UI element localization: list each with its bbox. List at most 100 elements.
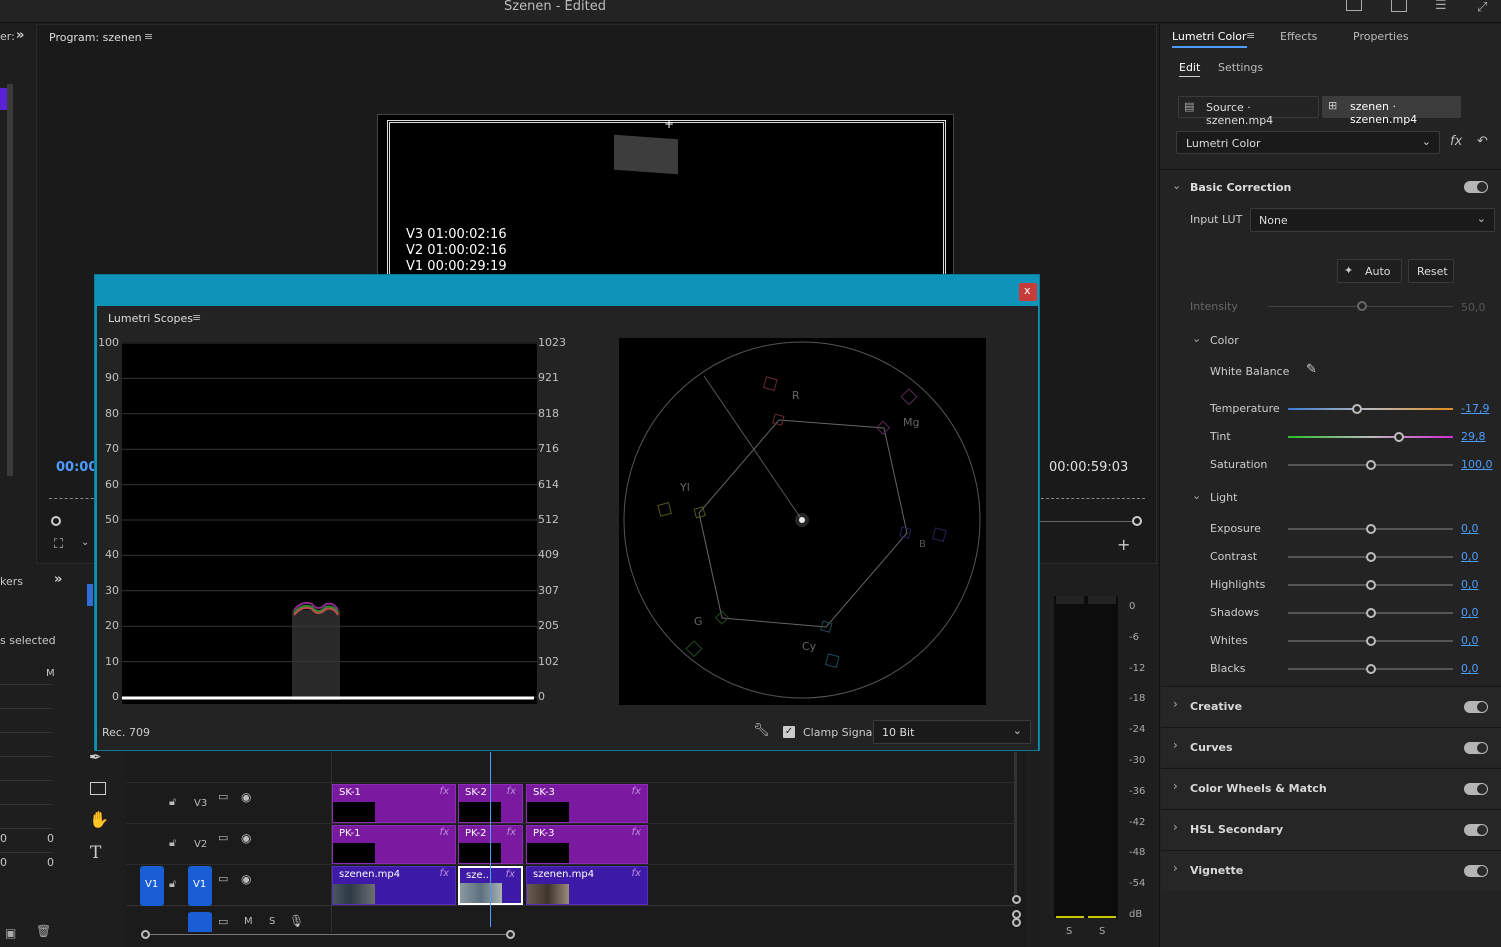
close-button[interactable]: x: [1019, 283, 1037, 301]
zoom-end-handle[interactable]: [1132, 516, 1142, 526]
scroll-handle[interactable]: [1012, 895, 1021, 904]
input-lut-dropdown[interactable]: None ⌄: [1250, 208, 1495, 232]
tab-effects[interactable]: Effects: [1280, 30, 1317, 43]
slider-value[interactable]: -17,9: [1461, 402, 1489, 415]
playhead[interactable]: [490, 752, 491, 927]
slider-value[interactable]: 0,0: [1461, 522, 1479, 535]
scroll-handle[interactable]: [1012, 918, 1021, 927]
slider-value[interactable]: 100,0: [1461, 458, 1493, 471]
sync-lock-icon[interactable]: ▭: [218, 790, 228, 803]
sync-lock-icon[interactable]: ▭: [218, 915, 228, 928]
sequence-clip-chip[interactable]: ⊞ szenen · szenen.mp4: [1322, 96, 1461, 126]
clip-sk1[interactable]: SK-1 fx: [332, 784, 456, 823]
bit-depth-dropdown[interactable]: 10 Bit ⌄: [873, 720, 1031, 744]
clamp-signal-checkbox[interactable]: ✓: [783, 726, 795, 738]
effect-dropdown[interactable]: Lumetri Color ⌄: [1176, 131, 1440, 154]
slider-knob[interactable]: [1352, 404, 1363, 414]
solo-left-button[interactable]: S: [1066, 926, 1072, 937]
expand-panels-icon[interactable]: »: [16, 28, 24, 43]
tab-lumetri-color[interactable]: Lumetri Color: [1172, 30, 1247, 48]
slider-knob[interactable]: [1365, 636, 1376, 646]
section-color-wheels[interactable]: › Color Wheels & Match: [1161, 768, 1501, 808]
section-toggle[interactable]: [1464, 824, 1488, 836]
clip-pk3[interactable]: PK-3 fx: [526, 825, 648, 864]
eyedropper-icon[interactable]: ✎: [1306, 362, 1317, 377]
slider-value[interactable]: 0,0: [1461, 662, 1479, 675]
source-clip-chip[interactable]: ▤ Source · szenen.mp4: [1178, 96, 1319, 127]
eye-icon[interactable]: ◉: [241, 831, 251, 845]
clip-sk3[interactable]: SK-3 fx: [526, 784, 648, 823]
export-icon[interactable]: [1391, 0, 1407, 12]
slider-knob[interactable]: [1365, 552, 1376, 562]
menu-icon[interactable]: ☰: [1435, 0, 1447, 12]
project-scrollbar[interactable]: [7, 84, 13, 476]
section-basic-correction[interactable]: Basic Correction: [1190, 181, 1291, 194]
tab-properties[interactable]: Properties: [1353, 30, 1409, 43]
light-subsection[interactable]: Light: [1210, 491, 1237, 504]
program-menu-icon[interactable]: ≡: [144, 30, 153, 43]
zoom-start-handle[interactable]: [51, 516, 61, 526]
timeline-zoom-bar[interactable]: [148, 934, 508, 935]
mute-button[interactable]: M: [244, 916, 253, 927]
scopes-menu-icon[interactable]: ≡: [192, 311, 201, 324]
subtab-edit[interactable]: Edit: [1179, 61, 1201, 77]
basic-correction-toggle[interactable]: [1464, 181, 1488, 193]
slider-value[interactable]: 0,0: [1461, 606, 1479, 619]
tab-menu-icon[interactable]: ≡: [1246, 29, 1255, 42]
trash-icon[interactable]: 🗑: [36, 924, 51, 938]
rectangle-tool-icon[interactable]: [90, 782, 106, 795]
zoom-bar[interactable]: [1037, 521, 1132, 522]
time-ruler-right[interactable]: [1041, 491, 1145, 499]
select-zoom-icon[interactable]: ⛶: [54, 537, 63, 552]
video-frame[interactable]: + V3 01:00:02:16 V2 01:00:02:16 V1 00:00…: [377, 114, 954, 284]
chevron-down-icon[interactable]: ⌄: [1192, 332, 1201, 345]
reset-button[interactable]: Reset: [1408, 259, 1454, 283]
playhead-timecode[interactable]: 00:00: [56, 460, 97, 475]
markers-tab-label[interactable]: kers: [0, 575, 23, 588]
auto-button[interactable]: ✦ Auto: [1337, 259, 1402, 283]
slider-track[interactable]: [1288, 408, 1453, 410]
add-button[interactable]: +: [1117, 535, 1130, 554]
program-tab[interactable]: Program: szenen: [49, 31, 142, 44]
eye-icon[interactable]: ◉: [241, 872, 251, 886]
section-toggle[interactable]: [1464, 783, 1488, 795]
slider-knob[interactable]: [1365, 608, 1376, 618]
section-toggle[interactable]: [1464, 865, 1488, 877]
chevron-down-icon[interactable]: ⌄: [81, 537, 89, 548]
slider-knob[interactable]: [1365, 580, 1376, 590]
fullscreen-icon[interactable]: ⤢: [1477, 0, 1487, 15]
section-creative[interactable]: › Creative: [1161, 686, 1501, 726]
section-curves[interactable]: › Curves: [1161, 727, 1501, 767]
color-space-label[interactable]: Rec. 709: [102, 726, 150, 739]
slider-value[interactable]: 0,0: [1461, 634, 1479, 647]
subtab-settings[interactable]: Settings: [1218, 61, 1263, 74]
workspace-icon[interactable]: [1346, 0, 1362, 11]
section-vignette[interactable]: › Vignette: [1161, 850, 1501, 890]
zoom-handle-left[interactable]: [141, 930, 150, 939]
lock-icon[interactable]: 🔓︎: [169, 795, 176, 809]
eye-icon[interactable]: ◉: [241, 790, 251, 804]
color-subsection[interactable]: Color: [1210, 334, 1239, 347]
lock-icon[interactable]: 🔓︎: [169, 877, 176, 891]
new-item-icon[interactable]: ▣: [5, 926, 16, 940]
source-patch-v1[interactable]: V1: [140, 866, 164, 906]
slider-value[interactable]: 29,8: [1461, 430, 1486, 443]
sync-lock-icon[interactable]: ▭: [218, 831, 228, 844]
chevron-down-icon[interactable]: ⌄: [1192, 489, 1201, 502]
section-toggle[interactable]: [1464, 701, 1488, 713]
track-target-a1[interactable]: [188, 912, 212, 932]
section-toggle[interactable]: [1464, 742, 1488, 754]
clip-pk1[interactable]: PK-1 fx: [332, 825, 456, 864]
zoom-handle-right[interactable]: [506, 930, 515, 939]
fx-toggle-icon[interactable]: fx: [1450, 134, 1462, 149]
intensity-knob[interactable]: [1357, 301, 1367, 311]
vertical-scrollbar[interactable]: [1014, 752, 1017, 902]
slider-knob[interactable]: [1365, 524, 1376, 534]
hand-tool-icon[interactable]: ✋: [89, 810, 109, 829]
track-target-v1[interactable]: V1: [188, 866, 212, 906]
solo-right-button[interactable]: S: [1099, 926, 1105, 937]
time-ruler-left[interactable]: [49, 491, 99, 499]
section-hsl-secondary[interactable]: › HSL Secondary: [1161, 809, 1501, 849]
type-tool-icon[interactable]: T: [90, 843, 101, 863]
microphone-icon[interactable]: 🎙︎: [289, 914, 304, 928]
